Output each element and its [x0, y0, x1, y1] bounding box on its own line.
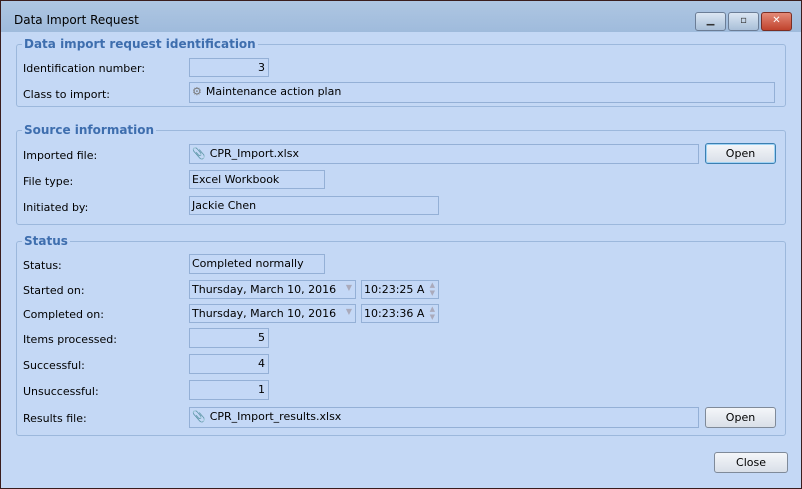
group-legend: Status: [22, 234, 70, 248]
started-time-field[interactable]: 10:23:25 A ▲ ▼: [361, 280, 439, 299]
window-title: Data Import Request: [14, 13, 139, 27]
close-button[interactable]: Close: [714, 452, 788, 473]
class-value: Maintenance action plan: [205, 85, 342, 98]
class-field[interactable]: ⚙ Maintenance action plan: [189, 82, 775, 103]
file-label: Imported file:: [23, 149, 98, 162]
minimize-button[interactable]: ▁: [695, 12, 726, 31]
successful-field[interactable]: 4: [189, 354, 269, 374]
imported-file-value: CPR_Import.xlsx: [209, 147, 299, 160]
maximize-button[interactable]: ▫: [728, 12, 759, 31]
paperclip-icon: 📎: [192, 410, 206, 423]
started-time-value: 10:23:25 A: [364, 283, 425, 296]
id-field[interactable]: 3: [189, 58, 269, 77]
completed-time-field[interactable]: 10:23:36 A ▲ ▼: [361, 304, 439, 323]
open-results-file-button[interactable]: Open: [705, 407, 776, 428]
initiated-label: Initiated by:: [23, 201, 89, 214]
gear-icon: ⚙: [192, 85, 202, 98]
chevron-down-icon[interactable]: ▼: [346, 307, 352, 316]
completed-date-value: Thursday, March 10, 2016: [192, 307, 337, 320]
initiated-by-field[interactable]: Jackie Chen: [189, 196, 439, 215]
group-legend: Data import request identification: [22, 37, 258, 51]
group-legend: Source information: [22, 123, 157, 137]
successful-label: Successful:: [23, 359, 85, 372]
file-type-field[interactable]: Excel Workbook: [189, 170, 325, 189]
processed-label: Items processed:: [23, 333, 117, 346]
completed-time-value: 10:23:36 A: [364, 307, 425, 320]
spinner-icon[interactable]: ▲ ▼: [430, 305, 435, 321]
chevron-down-icon[interactable]: ▼: [346, 283, 352, 292]
started-date-picker[interactable]: Thursday, March 10, 2016 ▼: [189, 280, 356, 299]
completed-date-picker[interactable]: Thursday, March 10, 2016 ▼: [189, 304, 356, 323]
status-field[interactable]: Completed normally: [189, 254, 325, 274]
open-imported-file-button[interactable]: Open: [705, 143, 776, 164]
close-window-button[interactable]: ✕: [761, 12, 792, 31]
items-processed-field[interactable]: 5: [189, 328, 269, 348]
started-label: Started on:: [23, 284, 85, 297]
id-label: Identification number:: [23, 62, 146, 75]
imported-file-field[interactable]: 📎 CPR_Import.xlsx: [189, 144, 699, 164]
title-bar[interactable]: Data Import Request ▁ ▫ ✕: [1, 1, 801, 32]
status-label: Status:: [23, 259, 62, 272]
started-date-value: Thursday, March 10, 2016: [192, 283, 337, 296]
spinner-icon[interactable]: ▲ ▼: [430, 281, 435, 297]
unsuccessful-field[interactable]: 1: [189, 380, 269, 400]
class-label: Class to import:: [23, 88, 111, 101]
type-label: File type:: [23, 175, 74, 188]
paperclip-icon: 📎: [192, 147, 206, 160]
completed-label: Completed on:: [23, 308, 104, 321]
results-label: Results file:: [23, 412, 87, 425]
results-file-value: CPR_Import_results.xlsx: [209, 410, 342, 423]
results-file-field[interactable]: 📎 CPR_Import_results.xlsx: [189, 407, 699, 428]
unsuccessful-label: Unsuccessful:: [23, 385, 99, 398]
